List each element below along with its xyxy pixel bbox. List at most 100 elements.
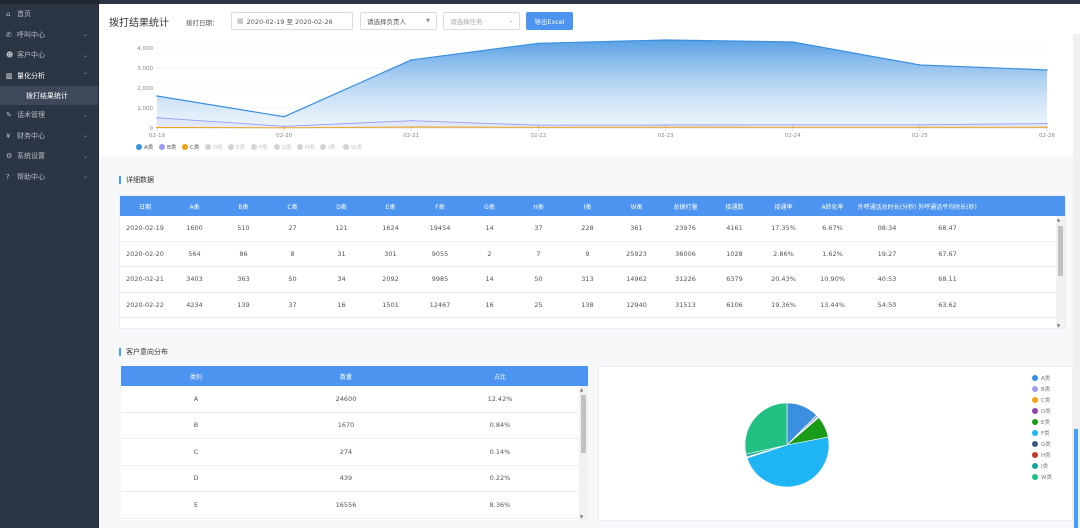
- scroll-thumb[interactable]: [1058, 226, 1063, 276]
- column-header[interactable]: 类别: [121, 366, 271, 386]
- column-header[interactable]: 日期: [120, 196, 170, 216]
- pie-legend-item[interactable]: W类: [1032, 473, 1052, 481]
- pie-legend-item[interactable]: H类: [1032, 451, 1051, 459]
- scroll-down-icon[interactable]: ▼: [1057, 323, 1060, 328]
- pie-legend-item[interactable]: C类: [1032, 396, 1050, 404]
- table-row: A 24600 12.42%: [121, 386, 588, 413]
- legend-label: W类: [1041, 475, 1052, 481]
- sidebar-item[interactable]: ▥ 量化分析 ⌃: [0, 66, 98, 87]
- legend-marker-inactive[interactable]: [251, 144, 257, 150]
- gear-icon: ⚙: [6, 152, 13, 161]
- sidebar-item[interactable]: ☻ 客户中心 ⌄: [0, 45, 98, 66]
- scroll-thumb[interactable]: [581, 395, 586, 453]
- legend-label-inactive[interactable]: F类: [259, 143, 268, 151]
- column-header[interactable]: 占比: [421, 366, 579, 386]
- table-cell: 301: [384, 249, 397, 258]
- sidebar-subitem-call-result-stats[interactable]: 拨打结果统计: [0, 86, 98, 105]
- table-row: 2020-02-19 1600 510 27 121 1624 19454 14 37 228 36…: [120, 216, 1065, 242]
- table-cell: 14: [485, 224, 494, 233]
- scroll-up-icon[interactable]: ▲: [580, 387, 583, 392]
- page-scroll-thumb[interactable]: [1074, 429, 1078, 528]
- distribution-table-scrollbar[interactable]: ▲ ▼: [579, 386, 588, 520]
- legend-marker[interactable]: [182, 144, 188, 150]
- detail-table-scrollbar[interactable]: ▲ ▼: [1056, 216, 1065, 328]
- chevron-down-icon: ⌄: [508, 18, 513, 24]
- legend-label[interactable]: C类: [190, 143, 200, 151]
- legend-marker-inactive[interactable]: [320, 144, 326, 150]
- legend-label-inactive[interactable]: W类: [351, 143, 362, 151]
- home-icon: ⌂: [6, 10, 11, 19]
- legend-marker-inactive[interactable]: [343, 144, 349, 150]
- legend-dot: [1032, 386, 1038, 392]
- legend-marker[interactable]: [159, 144, 165, 150]
- table-cell: 31226: [675, 275, 696, 284]
- distribution-table-body: A 24600 12.42% B 1670 0.84% C 274 0.14% D 439 0.22%…: [121, 386, 588, 519]
- table-cell: 2020-02-19: [126, 224, 164, 233]
- scroll-up-icon[interactable]: ▲: [1057, 217, 1060, 222]
- app-root: ⌂ 首页 ✆ 呼叫中心 ⌄ ☻ 客户中心 ⌄ ▥ 量化分析 ⌃ 拨打结果统计 ✎ 话术管理 ⌄ ¥ 财务中心…: [0, 0, 1080, 528]
- legend-dot: [1032, 463, 1038, 469]
- legend-marker-inactive[interactable]: [274, 144, 280, 150]
- column-header[interactable]: C类: [268, 196, 317, 216]
- pie-legend-item[interactable]: A类: [1032, 374, 1050, 382]
- legend-label[interactable]: A类: [144, 143, 154, 151]
- column-header[interactable]: 数量: [271, 366, 421, 386]
- column-header[interactable]: B类: [219, 196, 268, 216]
- legend-marker[interactable]: [136, 144, 142, 150]
- legend-label: I类: [1041, 464, 1049, 470]
- pie-legend-item[interactable]: F类: [1032, 429, 1050, 437]
- sidebar-item[interactable]: ⌂ 首页: [0, 4, 98, 25]
- sidebar-item[interactable]: ✆ 呼叫中心 ⌄: [0, 25, 98, 46]
- legend-label-inactive[interactable]: D类: [213, 143, 223, 151]
- scroll-down-icon[interactable]: ▼: [580, 514, 583, 519]
- export-excel-button[interactable]: 导出Excel: [526, 12, 573, 30]
- task-select[interactable]: 请选择任务 ⌄: [443, 12, 520, 30]
- column-header[interactable]: F类: [415, 196, 465, 216]
- sidebar-item[interactable]: ¥ 财务中心 ⌄: [0, 126, 98, 147]
- pie-legend-item[interactable]: B类: [1032, 385, 1050, 393]
- column-header[interactable]: 接通率: [759, 196, 808, 216]
- legend-marker-inactive[interactable]: [205, 144, 211, 150]
- column-header[interactable]: H类: [514, 196, 563, 216]
- owner-select[interactable]: 请选择负责人 ▼: [360, 12, 437, 30]
- page-scrollbar[interactable]: [1073, 34, 1080, 528]
- column-header[interactable]: A类: [170, 196, 219, 216]
- pie-slice-W类[interactable]: [744, 402, 788, 455]
- legend-marker-inactive[interactable]: [228, 144, 234, 150]
- pie-legend-item[interactable]: G类: [1032, 440, 1051, 448]
- pie-legend-item[interactable]: E类: [1032, 418, 1050, 426]
- legend-label-inactive[interactable]: I类: [328, 143, 336, 151]
- data-point: [537, 42, 540, 45]
- data-point: [1046, 69, 1048, 71]
- legend-label-inactive[interactable]: H类: [305, 143, 315, 151]
- sidebar-item[interactable]: ? 帮助中心 ⌄: [0, 167, 98, 188]
- data-point: [664, 126, 667, 128]
- legend-marker-inactive[interactable]: [297, 144, 303, 150]
- legend-label-inactive[interactable]: E类: [236, 143, 245, 151]
- legend-dot: [1032, 474, 1038, 480]
- column-header[interactable]: G类: [465, 196, 514, 216]
- sidebar-item[interactable]: ⚙ 系统设置 ⌄: [0, 146, 98, 167]
- pie-legend-item[interactable]: I类: [1032, 462, 1048, 470]
- pie-legend-item[interactable]: D类: [1032, 407, 1051, 415]
- legend-label-inactive[interactable]: G类: [282, 143, 292, 151]
- column-header[interactable]: A转化率: [808, 196, 857, 216]
- legend-label[interactable]: B类: [167, 143, 177, 151]
- column-header[interactable]: 外呼通话平均时长(秒): [917, 196, 978, 216]
- table-cell: 2.86%: [773, 249, 794, 258]
- help-icon: ?: [6, 172, 10, 181]
- table-cell: 1600: [186, 224, 203, 233]
- column-header[interactable]: 总拨打量: [661, 196, 710, 216]
- column-header[interactable]: D类: [317, 196, 366, 216]
- date-range-picker[interactable]: ▦ 2020-02-19 至 2020-02-26: [231, 12, 353, 30]
- data-point: [1046, 126, 1048, 128]
- column-header[interactable]: 外呼通话总时长(分秒): [857, 196, 917, 216]
- column-header[interactable]: I类: [563, 196, 612, 216]
- column-header[interactable]: E类: [366, 196, 415, 216]
- column-header[interactable]: 接通数: [710, 196, 759, 216]
- table-cell: 0.22%: [489, 474, 511, 483]
- sidebar-item[interactable]: ✎ 话术管理 ⌄: [0, 105, 98, 126]
- column-header[interactable]: W类: [612, 196, 661, 216]
- table-row: 2020-02-22 4234 139 37 16 1501 12467 16 25 138 129…: [120, 293, 1065, 318]
- table-cell: 12940: [626, 300, 647, 309]
